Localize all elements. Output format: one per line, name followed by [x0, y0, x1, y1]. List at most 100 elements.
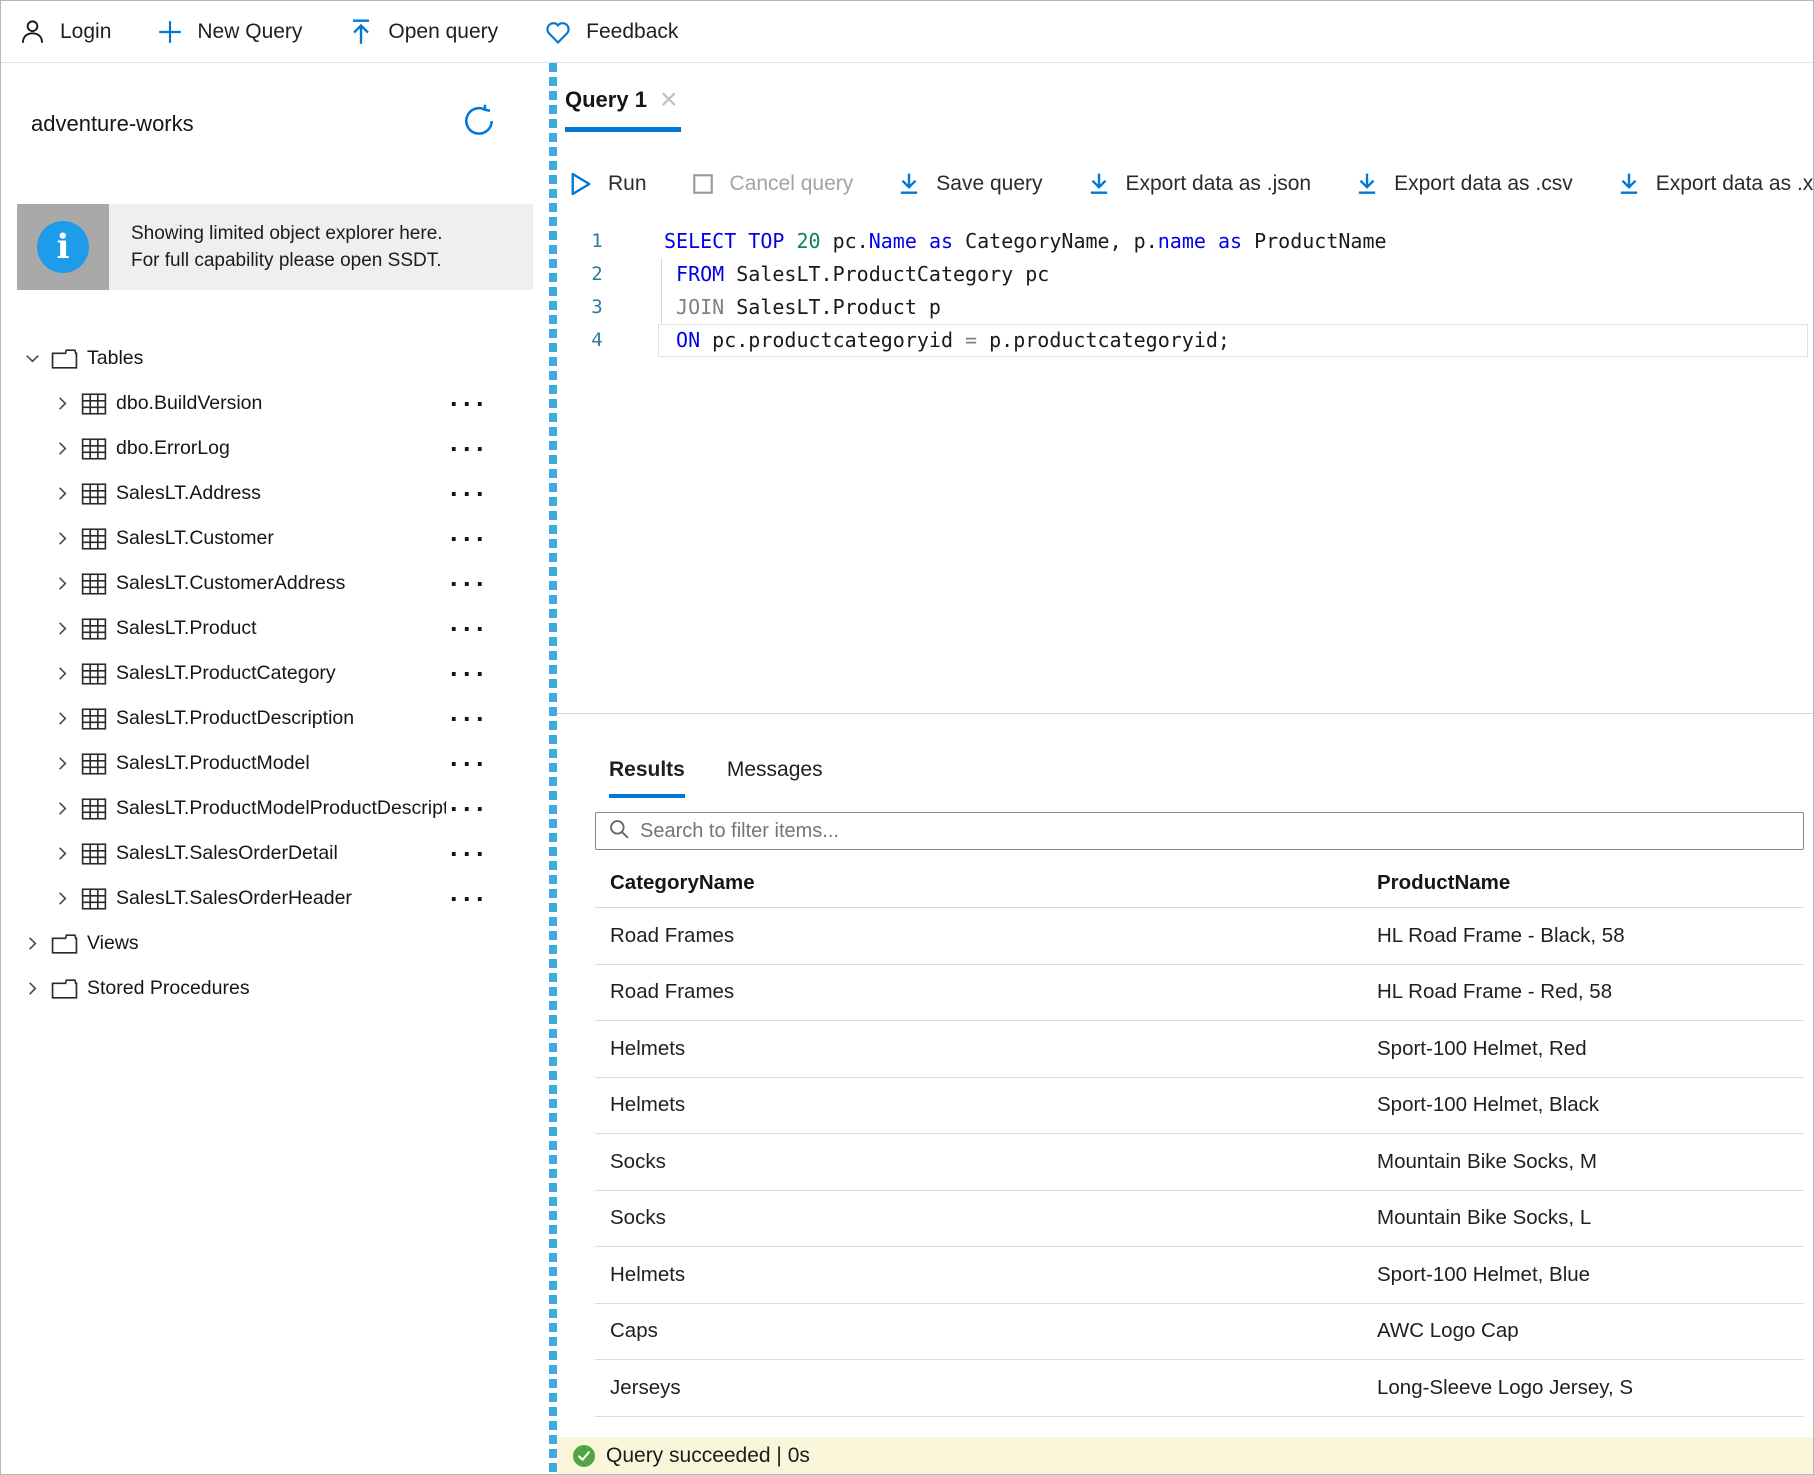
- tree-item-table[interactable]: SalesLT.ProductCategory···: [1, 651, 549, 696]
- chevron-right-icon[interactable]: [53, 799, 72, 818]
- code-line-3[interactable]: 3 JOIN SalesLT.Product p: [557, 291, 1813, 324]
- upload-icon: [348, 18, 374, 46]
- chevron-right-icon[interactable]: [23, 979, 42, 998]
- cell-productname: Mountain Bike Socks, L: [1362, 1206, 1804, 1230]
- chevron-right-icon[interactable]: [53, 709, 72, 728]
- table-row[interactable]: HelmetsSport-100 Helmet, Black: [595, 1078, 1804, 1135]
- code-line-1[interactable]: 1SELECT TOP 20 pc.Name as CategoryName, …: [557, 225, 1813, 258]
- open-query-label: Open query: [388, 20, 498, 44]
- cell-categoryname: Helmets: [595, 1037, 1362, 1061]
- table-row[interactable]: SocksMountain Bike Socks, L: [595, 1191, 1804, 1248]
- table-row[interactable]: Road FramesHL Road Frame - Black, 58: [595, 908, 1804, 965]
- tab-messages[interactable]: Messages: [727, 758, 823, 798]
- more-options-button[interactable]: ···: [450, 579, 489, 589]
- tree-item-table[interactable]: SalesLT.SalesOrderHeader ···: [1, 876, 549, 921]
- chevron-right-icon[interactable]: [23, 934, 42, 953]
- code-line-4[interactable]: 4 ON pc.productcategoryid = p.productcat…: [557, 324, 1813, 357]
- tree-item-label: SalesLT.ProductModelProductDescript: [116, 797, 446, 820]
- table-row[interactable]: JerseysLong-Sleeve Logo Jersey, S: [595, 1360, 1804, 1417]
- download-icon: [1087, 172, 1111, 197]
- close-icon[interactable]: ×: [660, 90, 678, 110]
- tree-item-table[interactable]: SalesLT.SalesOrderDetail···: [1, 831, 549, 876]
- cell-categoryname: Socks: [595, 1206, 1362, 1230]
- tree-item-table[interactable]: SalesLT.CustomerAddress···: [1, 561, 549, 606]
- more-options-button[interactable]: ···: [450, 804, 489, 814]
- more-options-button[interactable]: ···: [450, 894, 489, 904]
- chevron-right-icon[interactable]: [53, 529, 72, 548]
- sql-editor[interactable]: 1SELECT TOP 20 pc.Name as CategoryName, …: [557, 219, 1813, 713]
- open-query-button[interactable]: Open query: [348, 18, 498, 46]
- cell-productname: Sport-100 Helmet, Black: [1362, 1093, 1804, 1117]
- tree-section-views[interactable]: Views: [1, 921, 549, 966]
- table-icon: [81, 662, 107, 686]
- tree-item-table[interactable]: SalesLT.ProductDescription···: [1, 696, 549, 741]
- chevron-right-icon[interactable]: [53, 844, 72, 863]
- more-options-button[interactable]: ···: [450, 444, 489, 454]
- tree-item-table[interactable]: SalesLT.Customer···: [1, 516, 549, 561]
- tree-item-label: SalesLT.Product: [116, 617, 446, 640]
- tree-item-table[interactable]: SalesLT.Product ···: [1, 606, 549, 651]
- chevron-right-icon[interactable]: [53, 619, 72, 638]
- tree-section-stored-procedures[interactable]: Stored Procedures: [1, 966, 549, 1011]
- results-panel: Results Messages CategoryName ProductNam…: [557, 714, 1813, 1475]
- refresh-icon[interactable]: [461, 103, 497, 144]
- more-options-button[interactable]: ···: [450, 669, 489, 679]
- status-message: Query succeeded | 0s: [606, 1444, 810, 1468]
- tree-section-tables[interactable]: Tables: [1, 336, 549, 381]
- results-table-header: CategoryName ProductName: [595, 858, 1804, 908]
- chevron-right-icon[interactable]: [53, 439, 72, 458]
- code-line-2[interactable]: 2 FROM SalesLT.ProductCategory pc: [557, 258, 1813, 291]
- search-input[interactable]: [640, 820, 1803, 843]
- tree-item-label: SalesLT.SalesOrderHeader: [116, 887, 446, 910]
- line-number: 1: [557, 225, 637, 258]
- play-icon: [569, 171, 593, 197]
- table-row[interactable]: HelmetsSport-100 Helmet, Red: [595, 1021, 1804, 1078]
- tab-results[interactable]: Results: [609, 758, 685, 798]
- info-icon: i: [17, 204, 109, 290]
- database-name: adventure-works: [31, 111, 194, 137]
- export-json-button[interactable]: Export data as .json: [1087, 172, 1312, 197]
- table-row[interactable]: SocksMountain Bike Socks, M: [595, 1134, 1804, 1191]
- chevron-right-icon[interactable]: [53, 889, 72, 908]
- tab-query-1[interactable]: Query 1 ×: [565, 87, 681, 132]
- new-query-button[interactable]: New Query: [157, 19, 302, 45]
- table-row[interactable]: HelmetsSport-100 Helmet, Blue: [595, 1247, 1804, 1304]
- column-header-categoryname: CategoryName: [595, 871, 1362, 895]
- more-options-button[interactable]: ···: [450, 489, 489, 499]
- object-tree: Tablesdbo.BuildVersion···dbo.ErrorLog···…: [1, 336, 549, 1011]
- chevron-right-icon[interactable]: [53, 484, 72, 503]
- login-button[interactable]: Login: [19, 18, 111, 45]
- download-icon: [1617, 172, 1641, 197]
- save-query-button[interactable]: Save query: [897, 172, 1042, 197]
- feedback-button[interactable]: Feedback: [544, 19, 678, 45]
- panel-divider[interactable]: [549, 63, 557, 1475]
- export-csv-button[interactable]: Export data as .csv: [1355, 172, 1573, 197]
- folder-icon: [51, 932, 78, 955]
- more-options-button[interactable]: ···: [450, 759, 489, 769]
- cancel-query-button[interactable]: Cancel query: [691, 172, 854, 196]
- chevron-right-icon[interactable]: [53, 754, 72, 773]
- cell-productname: HL Road Frame - Red, 58: [1362, 980, 1804, 1004]
- top-toolbar: Login New Query Open query Feedback: [1, 1, 1813, 63]
- more-options-button[interactable]: ···: [450, 624, 489, 634]
- more-options-button[interactable]: ···: [450, 714, 489, 724]
- chevron-down-icon[interactable]: [23, 349, 42, 368]
- tree-item-table[interactable]: SalesLT.ProductModelProductDescript ···: [1, 786, 549, 831]
- login-label: Login: [60, 20, 111, 44]
- export-xml-button[interactable]: Export data as .xml: [1617, 172, 1813, 197]
- more-options-button[interactable]: ···: [450, 399, 489, 409]
- tree-item-table[interactable]: SalesLT.Address···: [1, 471, 549, 516]
- tree-item-table[interactable]: dbo.ErrorLog···: [1, 426, 549, 471]
- chevron-right-icon[interactable]: [53, 574, 72, 593]
- tree-item-table[interactable]: dbo.BuildVersion···: [1, 381, 549, 426]
- chevron-right-icon[interactable]: [53, 664, 72, 683]
- code-text: JOIN SalesLT.Product p: [664, 291, 941, 324]
- table-row[interactable]: Road FramesHL Road Frame - Red, 58: [595, 965, 1804, 1022]
- run-button[interactable]: Run: [569, 171, 647, 197]
- table-icon: [81, 437, 107, 461]
- more-options-button[interactable]: ···: [450, 534, 489, 544]
- table-row[interactable]: CapsAWC Logo Cap: [595, 1304, 1804, 1361]
- chevron-right-icon[interactable]: [53, 394, 72, 413]
- tree-item-table[interactable]: SalesLT.ProductModel···: [1, 741, 549, 786]
- more-options-button[interactable]: ···: [450, 849, 489, 859]
